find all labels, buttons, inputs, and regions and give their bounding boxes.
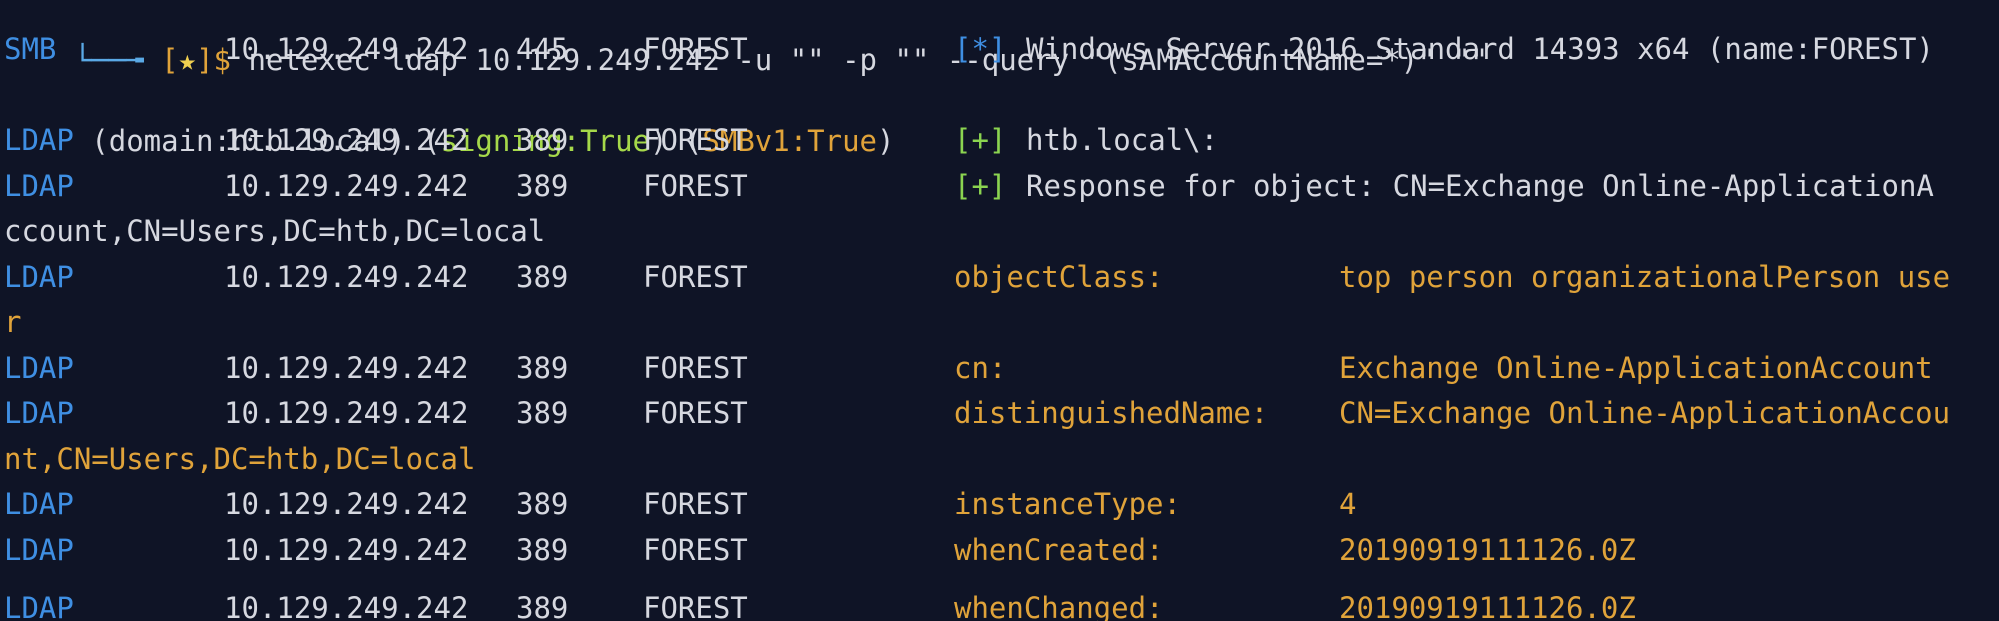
message-text: Response for object: CN=Exchange Online-… xyxy=(1026,169,1934,203)
ip-address: 10.129.249.242 xyxy=(224,591,469,621)
output-row-ldap: LDAP 10.129.249.242 389 FOREST whenCreat… xyxy=(4,528,1994,574)
port-number: 389 xyxy=(516,260,569,294)
ip-address: 10.129.249.242 xyxy=(224,123,469,157)
ip-address: 10.129.249.242 xyxy=(224,32,469,66)
message-text: Windows Server 2016 Standard 14393 x64 (… xyxy=(1026,32,1934,66)
attribute-name: whenCreated: xyxy=(954,533,1164,567)
hostname: FOREST xyxy=(643,260,748,294)
attribute-name: distinguishedName: xyxy=(954,396,1269,430)
output-row-ldap: LDAP 10.129.249.242 389 FOREST [+] Respo… xyxy=(4,164,1994,210)
success-tag: [+] xyxy=(954,169,1007,203)
success-tag: [+] xyxy=(954,123,1007,157)
port-number: 389 xyxy=(516,351,569,385)
port-number: 389 xyxy=(516,591,569,621)
info-tag: [*] xyxy=(954,32,1007,66)
port-number: 445 xyxy=(516,32,569,66)
ip-address: 10.129.249.242 xyxy=(224,260,469,294)
hostname: FOREST xyxy=(643,169,748,203)
output-row-ldap: LDAP 10.129.249.242 389 FOREST objectCla… xyxy=(4,255,1994,301)
attribute-value: 20190919111126.0Z xyxy=(1339,591,1636,621)
protocol-label: LDAP xyxy=(4,396,74,430)
protocol-label: SMB xyxy=(4,32,57,66)
attribute-value: Exchange Online-ApplicationAccount xyxy=(1339,351,1933,385)
message-text: htb.local\: xyxy=(1026,123,1219,157)
attribute-name: instanceType: xyxy=(954,487,1181,521)
hostname: FOREST xyxy=(643,396,748,430)
output-row-ldap: LDAP 10.129.249.242 389 FOREST instanceT… xyxy=(4,482,1994,528)
output-row-ldap: LDAP 10.129.249.242 389 FOREST whenChang… xyxy=(4,586,1994,621)
protocol-label: LDAP xyxy=(4,591,74,621)
output-row-ldap: LDAP 10.129.249.242 389 FOREST cn: Excha… xyxy=(4,346,1994,392)
port-number: 389 xyxy=(516,487,569,521)
attribute-value: top person organizationalPerson use xyxy=(1339,260,1951,294)
port-number: 389 xyxy=(516,533,569,567)
ip-address: 10.129.249.242 xyxy=(224,487,469,521)
port-number: 389 xyxy=(516,396,569,430)
attribute-value: 20190919111126.0Z xyxy=(1339,533,1636,567)
protocol-label: LDAP xyxy=(4,351,74,385)
protocol-label: LDAP xyxy=(4,169,74,203)
hostname: FOREST xyxy=(643,487,748,521)
protocol-label: LDAP xyxy=(4,533,74,567)
protocol-label: LDAP xyxy=(4,260,74,294)
ip-address: 10.129.249.242 xyxy=(224,169,469,203)
hostname: FOREST xyxy=(643,123,748,157)
terminal-window[interactable]: └──╼ [★]$ netexec ldap 10.129.249.242 -u… xyxy=(0,0,1999,621)
attribute-name: objectClass: xyxy=(954,260,1164,294)
hostname: FOREST xyxy=(643,351,748,385)
protocol-label: LDAP xyxy=(4,123,74,157)
port-number: 389 xyxy=(516,123,569,157)
port-number: 389 xyxy=(516,169,569,203)
attribute-value: 4 xyxy=(1339,487,1357,521)
output-row-wrap: nt,CN=Users,DC=htb,DC=local xyxy=(4,442,476,476)
hostname: FOREST xyxy=(643,533,748,567)
output-row-ldap: LDAP 10.129.249.242 389 FOREST [+] htb.l… xyxy=(4,118,1994,164)
output-row-smb: SMB 10.129.249.242 445 FOREST [*] Window… xyxy=(4,27,1994,73)
protocol-label: LDAP xyxy=(4,487,74,521)
output-row-ldap: LDAP 10.129.249.242 389 FOREST distingui… xyxy=(4,391,1994,437)
ip-address: 10.129.249.242 xyxy=(224,351,469,385)
attribute-value: CN=Exchange Online-ApplicationAccou xyxy=(1339,396,1951,430)
ip-address: 10.129.249.242 xyxy=(224,396,469,430)
attribute-name: whenChanged: xyxy=(954,591,1164,621)
hostname: FOREST xyxy=(643,591,748,621)
output-row-wrap: r xyxy=(4,305,22,339)
attribute-name: cn: xyxy=(954,351,1007,385)
output-row-smb-wrap: (domain:htb.local) (signing:True) (SMBv1… xyxy=(4,73,894,158)
hostname: FOREST xyxy=(643,32,748,66)
output-row-wrap: ccount,CN=Users,DC=htb,DC=local xyxy=(4,214,546,248)
ip-address: 10.129.249.242 xyxy=(224,533,469,567)
